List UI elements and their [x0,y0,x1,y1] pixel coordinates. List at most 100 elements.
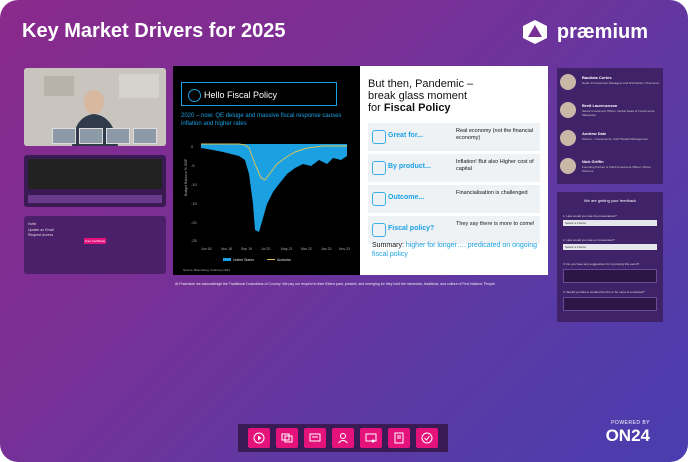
survey-select-1[interactable]: Select a Choice [563,220,657,226]
slide-row: Fiscal policy? They say there is more to … [368,216,540,244]
resources-icon[interactable] [388,428,410,448]
speaker-name: Bautista Cortes [582,75,612,80]
legend-swatch-au [267,259,275,260]
y-tick: -20 [191,220,198,225]
x-tick: Mar 22 [301,247,312,251]
speaker-bio-icon[interactable] [332,428,354,448]
slide-left-title: Hello Fiscal Policy [204,90,278,100]
heading-line: for Fiscal Policy [368,102,543,114]
heading-bold: Fiscal Policy [383,102,451,114]
row-key: Fiscal policy? [388,225,435,232]
heading-prefix: for [368,102,384,114]
speaker-card[interactable]: Nick Griffin Founding Partner & Chief Inv… [560,156,660,178]
acknowledgement-text: At Praemium we acknowledge the Tradition… [175,282,496,286]
survey-question: 2. How would you rate our presenters? [563,238,615,242]
media-player-icon[interactable] [248,428,270,448]
slide-left: Hello Fiscal Policy 2020 – now: QE delug… [173,66,360,275]
target-icon [372,192,386,206]
y-tick: -10 [191,182,198,187]
slide-summary: Summary: higher for longer…. predicated … [372,241,542,259]
certificate-icon[interactable] [360,428,382,448]
legend-au: Australia [277,258,291,262]
survey-panel: We are getting your feedback 1. How woul… [557,192,663,322]
slide-rows: Great for... Real economy (not the financ… [368,123,540,247]
x-tick: Jul 20 [261,247,270,251]
legend-us: United States [233,258,254,262]
form-line: Update an Email [28,228,54,232]
avatar [560,158,576,174]
survey-question: 3. Do you have any suggestions for impro… [563,262,640,266]
survey-question: 4. Would you like to contact the firm or… [563,290,645,294]
heading-line: But then, Pandemic – [368,78,474,90]
qa-panel [24,155,166,207]
slide-left-title-box: Hello Fiscal Policy [181,82,337,106]
speaker-name: Brett Laurenceson [582,103,618,108]
row-value: They say there is more to come! [456,221,535,227]
slide-row: By product... Inflation! But also Higher … [368,154,540,182]
slide-row: Outcome... Financialisation is challenged [368,185,540,213]
legend-swatch-us [223,258,231,261]
participant-thumb[interactable] [79,128,103,144]
speaker-role: Head of Investment Managers and Distribu… [582,81,660,85]
row-key: By product... [388,163,431,170]
presentation-icon[interactable] [304,428,326,448]
widget-toolbar [238,424,448,452]
row-key: Outcome... [388,194,425,201]
slide-source: Source: Bloomberg, February 2024 [183,268,230,272]
row-value: Real economy (not the financial economy) [456,128,534,141]
speaker-name: Nick Griffin [582,159,604,164]
participant-thumb[interactable] [52,128,76,144]
speaker-card[interactable]: Andrew Dale Partner – Investments, CGP We… [560,128,660,150]
brand-name: præmium [556,20,648,43]
form-line: Request Access [28,233,54,237]
survey-textarea-1[interactable] [563,269,657,283]
row-value: Financialisation is challenged [456,190,528,196]
x-tick: Nov 18 [221,247,232,251]
x-tick: Sep 19 [241,247,252,251]
arrow-icon [372,161,386,175]
survey-textarea-2[interactable] [563,297,657,311]
slide-row: Great for... Real economy (not the financ… [368,123,540,151]
y-tick: -5 [191,163,195,168]
x-tick: Nov 23 [339,247,350,251]
x-tick: May 21 [281,247,293,251]
chart-legend: United States Australia [223,258,291,262]
y-tick: -25 [191,238,198,243]
certificate-button[interactable]: Free Certificate [84,238,106,244]
speaker-role: Founding Partner & Chief Investment Offi… [582,165,651,173]
slides-icon[interactable] [276,428,298,448]
speaker-name: Andrew Dale [582,131,607,136]
survey-select-2[interactable]: Select a Choice [563,244,657,250]
summary-prefix: Summary: [372,242,406,249]
slide-right: But then, Pandemic – break glass moment … [360,66,548,275]
qa-input[interactable] [28,195,162,203]
speaker-card[interactable]: Brett Laurenceson Senior Investment Offic… [560,100,660,122]
speaker-card[interactable]: Bautista Cortes Head of Investment Manage… [560,72,660,94]
row-value: Inflation! But also Higher cost of capit… [456,159,534,172]
x-tick: Jun 18 [201,247,212,251]
console: Key Market Drivers for 2025 præmium Invi… [0,0,688,462]
united-states-area [201,144,347,232]
form-line: Invite [28,222,37,226]
speaker-bios-panel: Bautista Cortes Head of Investment Manage… [557,68,663,184]
survey-icon[interactable] [416,428,438,448]
y-tick: 0 [191,144,194,149]
slide-right-heading: But then, Pandemic – break glass moment … [368,78,543,114]
engagement-panel: Invite Update an Email Request Access Fr… [24,216,166,274]
praemium-logo-icon [522,20,547,44]
bulb-icon [372,130,386,144]
row-key: Great for... [388,132,424,139]
slide-viewer: Hello Fiscal Policy 2020 – now: QE delug… [173,66,548,275]
page-title: Key Market Drivers for 2025 [22,20,286,42]
speaker-role: Partner – Investments, CGP Wealth Manage… [582,137,648,141]
heading-line: break glass moment [368,90,468,102]
survey-heading: We are getting your feedback [583,198,637,203]
participant-thumb[interactable] [133,128,157,144]
x-tick: Jan 23 [321,247,332,251]
video-player[interactable] [24,68,166,146]
survey-question: 1. How would you rate the presentation? [563,214,617,218]
qa-messages [28,159,162,189]
participant-thumb[interactable] [106,128,130,144]
y-tick: -15 [191,201,198,206]
on24-branding: POWERED BY ON24 [606,420,650,446]
